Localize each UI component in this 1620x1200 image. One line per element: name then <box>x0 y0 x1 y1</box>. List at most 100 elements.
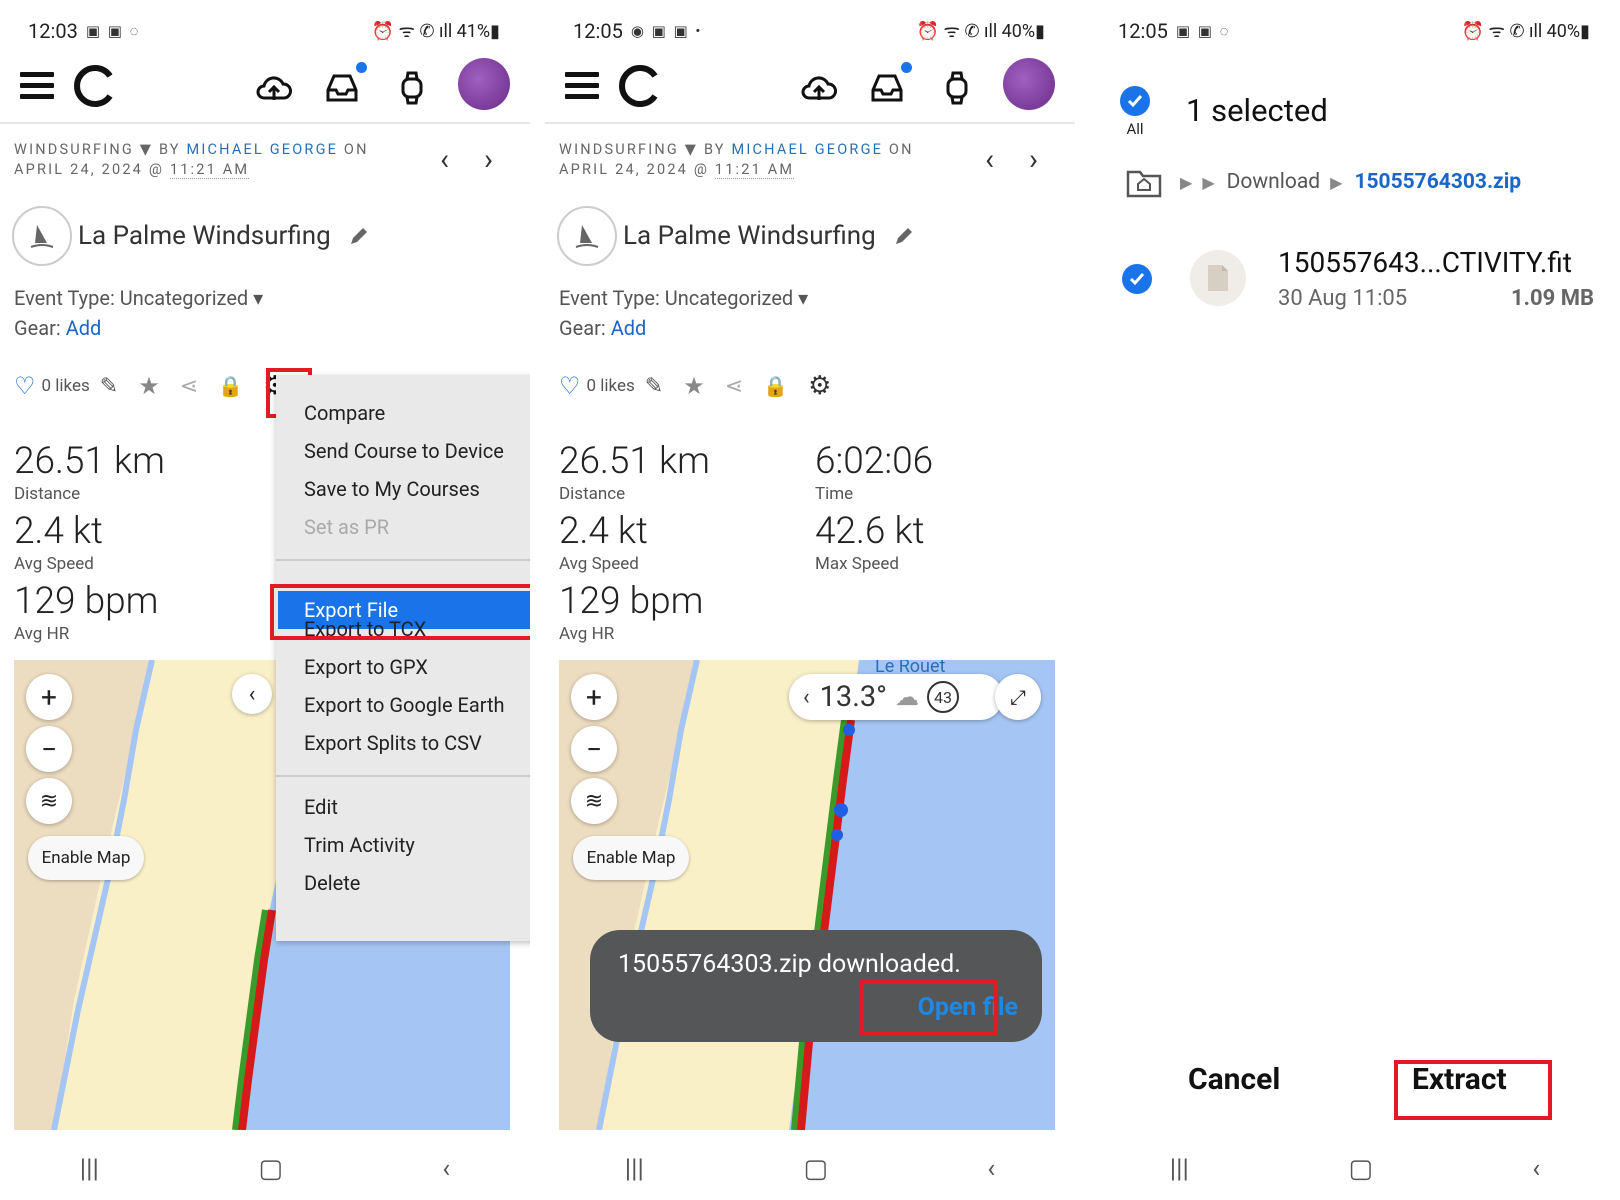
activity-type-icon <box>557 206 617 266</box>
gear-add-link[interactable]: Add <box>611 316 647 340</box>
layers-icon[interactable]: ≋ <box>26 778 72 824</box>
like-heart-icon[interactable]: ♡ <box>559 372 581 400</box>
zoom-out-button[interactable]: − <box>571 726 617 772</box>
gear-row: Gear: Add <box>14 316 101 340</box>
settings-gear-icon[interactable]: ⚙ <box>808 371 831 401</box>
file-name[interactable]: 150557643...CTIVITY.fit <box>1278 246 1572 279</box>
recents-icon[interactable]: ||| <box>1170 1154 1189 1184</box>
fullscreen-icon[interactable]: ⤢ <box>995 674 1041 720</box>
watch-icon[interactable] <box>392 68 432 108</box>
back-icon[interactable]: ‹ <box>442 1154 450 1184</box>
menu-item-export-gpx[interactable]: Export to GPX <box>304 655 428 679</box>
recents-icon[interactable]: ||| <box>625 1154 644 1184</box>
edit-title-icon[interactable] <box>892 224 916 248</box>
activity-type-icon <box>12 206 72 266</box>
chevron-left-icon[interactable]: ‹ <box>803 685 810 710</box>
menu-item-delete[interactable]: Delete <box>304 871 360 895</box>
stat-value: 26.51 km <box>14 440 165 483</box>
breadcrumb-download[interactable]: Download <box>1227 170 1321 194</box>
like-heart-icon[interactable]: ♡ <box>14 372 36 400</box>
on-text: ON <box>343 141 369 158</box>
battery-text: 41% <box>456 21 491 42</box>
enable-map-button[interactable]: Enable Map <box>573 836 689 880</box>
cancel-button[interactable]: Cancel <box>1188 1062 1280 1097</box>
battery-text: 40% <box>1546 21 1581 42</box>
zoom-out-button[interactable]: − <box>26 726 72 772</box>
menu-item-export-google-earth[interactable]: Export to Google Earth <box>304 693 505 717</box>
file-checkbox[interactable] <box>1122 264 1152 294</box>
inbox-icon[interactable] <box>322 68 362 108</box>
zoom-in-button[interactable]: + <box>26 674 72 720</box>
menu-item-save-course[interactable]: Save to My Courses <box>304 477 480 501</box>
lock-icon[interactable]: 🔒 <box>218 374 243 398</box>
avatar[interactable] <box>458 58 510 110</box>
panel-download-toast: 12:05 ◉ ▣ ▣ • ⏰ ᯤ ✆ ıll 40%▮ WINDSURFING… <box>545 0 1075 1200</box>
prev-activity-icon[interactable]: ‹ <box>985 142 994 177</box>
home-icon[interactable]: ▢ <box>1348 1154 1373 1184</box>
event-type-text: Event Type: Uncategorized <box>559 286 794 310</box>
star-icon[interactable]: ★ <box>138 372 160 400</box>
inbox-icon[interactable] <box>867 68 907 108</box>
menu-item-export-splits[interactable]: Export Splits to CSV <box>304 731 482 755</box>
stat-label: Avg Speed <box>559 554 639 574</box>
notification-icons: ▣ ▣ ◌ <box>1175 22 1231 40</box>
home-icon[interactable]: ▢ <box>258 1154 283 1184</box>
recents-icon[interactable]: ||| <box>80 1154 99 1184</box>
upload-cloud-icon[interactable] <box>254 68 294 108</box>
event-type[interactable]: Event Type: Uncategorized ▾ <box>14 286 263 310</box>
edit-icon[interactable]: ✎ <box>645 374 663 399</box>
app-logo-icon[interactable] <box>617 62 665 110</box>
avatar[interactable] <box>1003 58 1055 110</box>
menu-item-compare[interactable]: Compare <box>304 401 385 425</box>
app-header <box>0 52 530 124</box>
menu-item-send-course[interactable]: Send Course to Device <box>304 439 504 463</box>
star-icon[interactable]: ★ <box>683 372 705 400</box>
author-link[interactable]: MICHAEL GEORGE <box>732 141 884 158</box>
home-folder-icon[interactable] <box>1126 166 1162 198</box>
gear-add-link[interactable]: Add <box>66 316 102 340</box>
select-all[interactable]: All <box>1120 86 1150 138</box>
upload-cloud-icon[interactable] <box>799 68 839 108</box>
stat-label: Avg HR <box>14 624 70 644</box>
edit-title-icon[interactable] <box>347 224 371 248</box>
activity-title-row: La Palme Windsurfing <box>12 206 371 266</box>
share-icon[interactable]: ⋖ <box>180 374 198 399</box>
notification-dot <box>901 62 912 73</box>
time-text: 11:21 AM <box>169 161 250 179</box>
sport-label[interactable]: WINDSURFING <box>14 141 134 158</box>
activity-meta: WINDSURFING ▼ BY MICHAEL GEORGE ON APRIL… <box>559 141 914 179</box>
likes-count[interactable]: 0 likes <box>587 376 635 396</box>
author-link[interactable]: MICHAEL GEORGE <box>187 141 339 158</box>
event-type[interactable]: Event Type: Uncategorized ▾ <box>559 286 808 310</box>
cloud-icon: ☁ <box>894 683 919 711</box>
sport-label[interactable]: WINDSURFING <box>559 141 679 158</box>
select-all-checkbox[interactable] <box>1120 86 1150 116</box>
watch-icon[interactable] <box>937 68 977 108</box>
home-icon[interactable]: ▢ <box>803 1154 828 1184</box>
activity-map[interactable]: Le Rouet + − ≋ Enable Map ‹ 13.3° ☁ 43 ⤢ <box>559 660 1055 1130</box>
enable-map-button[interactable]: Enable Map <box>28 836 144 880</box>
prev-activity-icon[interactable]: ‹ <box>440 142 449 177</box>
edit-icon[interactable]: ✎ <box>100 374 118 399</box>
date-text: APRIL 24, 2024 @ <box>559 161 710 178</box>
app-logo-icon[interactable] <box>72 62 120 110</box>
zoom-in-button[interactable]: + <box>571 674 617 720</box>
menu-icon[interactable] <box>565 72 599 102</box>
likes-count[interactable]: 0 likes <box>42 376 90 396</box>
next-activity-icon[interactable]: › <box>1029 142 1038 177</box>
share-icon[interactable]: ⋖ <box>725 374 743 399</box>
stat-value: 2.4 kt <box>14 510 103 553</box>
back-icon[interactable]: ‹ <box>1532 1154 1540 1184</box>
menu-icon[interactable] <box>20 72 54 102</box>
menu-item-edit[interactable]: Edit <box>304 795 338 819</box>
lock-icon[interactable]: 🔒 <box>763 374 788 398</box>
weather-widget[interactable]: ‹ 13.3° ☁ 43 <box>789 674 1003 720</box>
highlight-open-file <box>860 980 998 1036</box>
menu-item-trim[interactable]: Trim Activity <box>304 833 415 857</box>
on-text: ON <box>888 141 914 158</box>
weather-collapse-icon[interactable]: ‹ <box>232 674 272 714</box>
layers-icon[interactable]: ≋ <box>571 778 617 824</box>
breadcrumb-zip[interactable]: 15055764303.zip <box>1354 170 1521 194</box>
next-activity-icon[interactable]: › <box>484 142 493 177</box>
back-icon[interactable]: ‹ <box>987 1154 995 1184</box>
